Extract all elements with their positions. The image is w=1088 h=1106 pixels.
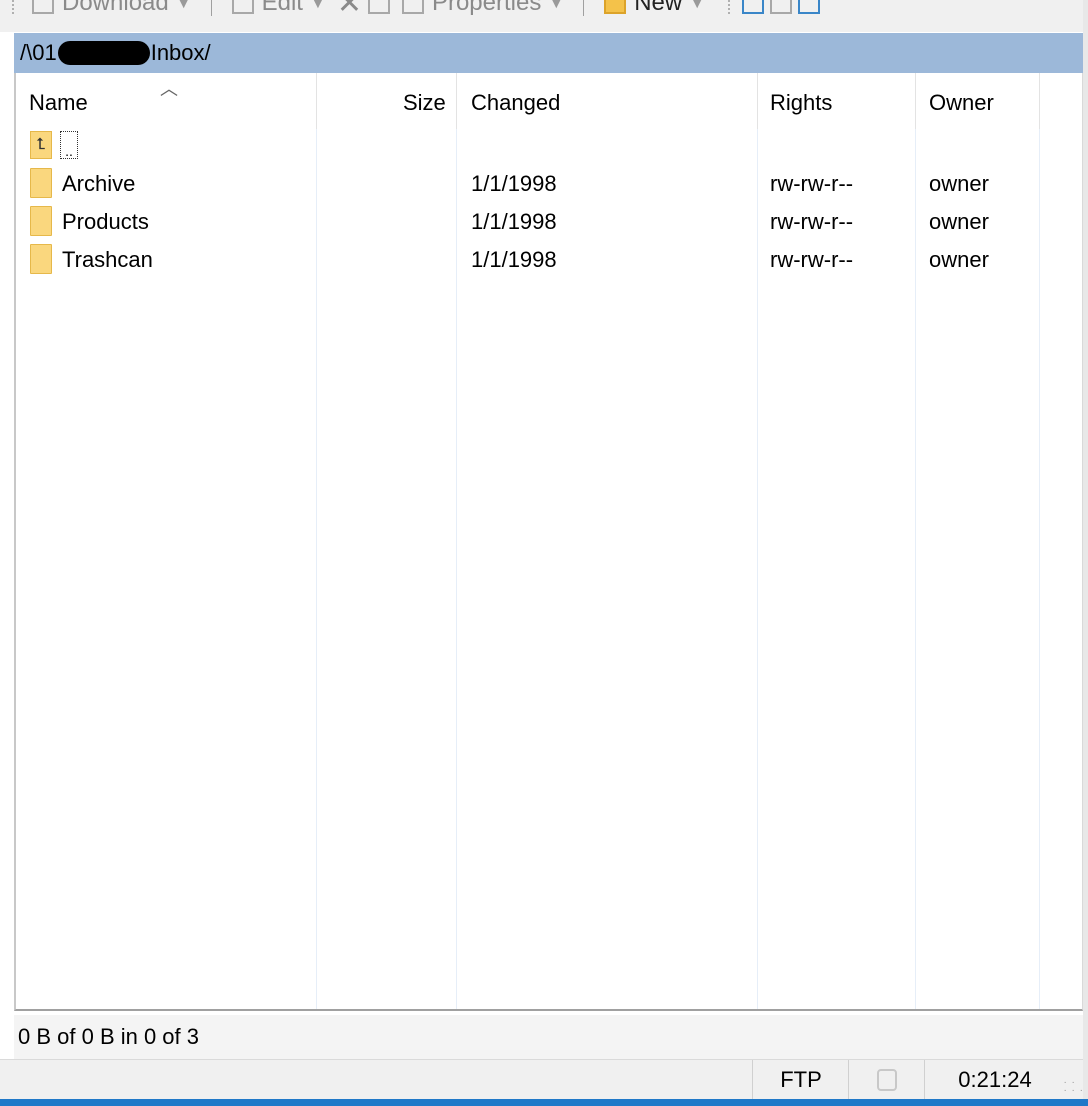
column-header-owner[interactable]: Owner bbox=[929, 90, 994, 116]
file-rights: rw-rw-r-- bbox=[770, 247, 854, 272]
file-owner: owner bbox=[929, 209, 989, 234]
delete-icon[interactable]: ✕ bbox=[337, 0, 362, 21]
chevron-down-icon[interactable]: ▼ bbox=[177, 0, 191, 11]
resize-grip-icon[interactable]: · · · · · bbox=[1063, 1078, 1084, 1096]
toolbar-grip[interactable] bbox=[728, 0, 736, 14]
parent-directory-label: .. bbox=[60, 131, 78, 159]
path-suffix: Inbox/ bbox=[150, 40, 211, 65]
parent-directory-row[interactable]: ⮤ .. bbox=[16, 127, 1082, 165]
chevron-down-icon[interactable]: ▼ bbox=[549, 0, 563, 11]
header-divider[interactable] bbox=[1039, 73, 1040, 129]
file-changed: 1/1/1998 bbox=[471, 209, 557, 234]
header-divider[interactable] bbox=[456, 73, 457, 129]
folder-icon bbox=[30, 244, 52, 274]
table-row[interactable]: Products 1/1/1998 rw-rw-r-- owner bbox=[16, 203, 1082, 241]
file-changed: 1/1/1998 bbox=[471, 247, 557, 272]
header-divider[interactable] bbox=[316, 73, 317, 129]
properties-icon bbox=[401, 0, 424, 14]
window-edge bbox=[1083, 0, 1088, 1099]
toolbar-separator bbox=[210, 0, 212, 16]
properties-label: Properties bbox=[431, 0, 542, 16]
edit-button[interactable]: Edit ▼ bbox=[226, 0, 331, 17]
folder-icon bbox=[30, 168, 52, 198]
table-row[interactable]: Archive 1/1/1998 rw-rw-r-- owner bbox=[16, 165, 1082, 203]
elapsed-time: 0:21:24 bbox=[924, 1060, 1065, 1100]
file-name: Products bbox=[62, 209, 149, 234]
properties-button[interactable]: Properties ▼ bbox=[396, 0, 569, 17]
rename-icon[interactable] bbox=[367, 0, 390, 14]
sort-ascending-icon: ︿ bbox=[160, 79, 178, 99]
column-header-name[interactable]: Name bbox=[29, 90, 88, 116]
folder-icon bbox=[30, 206, 52, 236]
table-row[interactable]: Trashcan 1/1/1998 rw-rw-r-- owner bbox=[16, 241, 1082, 279]
path-prefix: /\01 bbox=[20, 40, 57, 65]
chevron-down-icon[interactable]: ▼ bbox=[690, 0, 704, 11]
status-bar: FTP 0:21:24 · · · · · bbox=[0, 1059, 1088, 1100]
selection-status: 0 B of 0 B in 0 of 3 bbox=[14, 1015, 1083, 1059]
unselect-icon[interactable] bbox=[770, 0, 793, 14]
file-name: Archive bbox=[62, 171, 136, 196]
download-icon bbox=[32, 0, 54, 14]
column-header-changed[interactable]: Changed bbox=[471, 90, 560, 116]
select-all-icon[interactable] bbox=[742, 0, 765, 14]
file-list[interactable]: ︿ Name Size Changed Rights Owner ⮤ .. Ar… bbox=[14, 73, 1083, 1011]
lock-icon bbox=[877, 1069, 897, 1091]
new-label: New bbox=[634, 0, 683, 16]
download-label: Download bbox=[62, 0, 169, 16]
new-folder-icon bbox=[604, 0, 627, 14]
file-rights: rw-rw-r-- bbox=[770, 171, 854, 196]
toolbar: Download ▼ Edit ▼ ✕ Properties ▼ New ▼ bbox=[0, 0, 1088, 32]
column-header-rights[interactable]: Rights bbox=[770, 90, 832, 116]
toolbar-separator bbox=[583, 0, 585, 16]
toolbar-grip[interactable] bbox=[12, 0, 20, 14]
file-rights: rw-rw-r-- bbox=[770, 209, 854, 234]
column-header-size[interactable]: Size bbox=[403, 90, 446, 116]
parent-folder-icon: ⮤ bbox=[30, 131, 52, 159]
chevron-down-icon[interactable]: ▼ bbox=[311, 0, 325, 11]
file-changed: 1/1/1998 bbox=[471, 171, 557, 196]
file-owner: owner bbox=[929, 247, 989, 272]
header-divider[interactable] bbox=[757, 73, 758, 129]
taskbar-edge bbox=[0, 1099, 1088, 1106]
column-header-row: ︿ Name Size Changed Rights Owner bbox=[16, 73, 1082, 129]
edit-label: Edit bbox=[261, 0, 303, 16]
header-divider[interactable] bbox=[915, 73, 916, 129]
edit-icon bbox=[231, 0, 254, 14]
file-owner: owner bbox=[929, 171, 989, 196]
new-button[interactable]: New ▼ bbox=[598, 0, 710, 17]
download-button[interactable]: Download ▼ bbox=[26, 0, 197, 17]
path-bar[interactable]: /\01 Inbox/ bbox=[14, 33, 1083, 73]
invert-selection-icon[interactable] bbox=[798, 0, 821, 14]
redaction-mark bbox=[57, 41, 150, 65]
encryption-indicator bbox=[848, 1060, 925, 1100]
file-name: Trashcan bbox=[62, 247, 153, 272]
protocol-indicator: FTP bbox=[752, 1060, 849, 1100]
